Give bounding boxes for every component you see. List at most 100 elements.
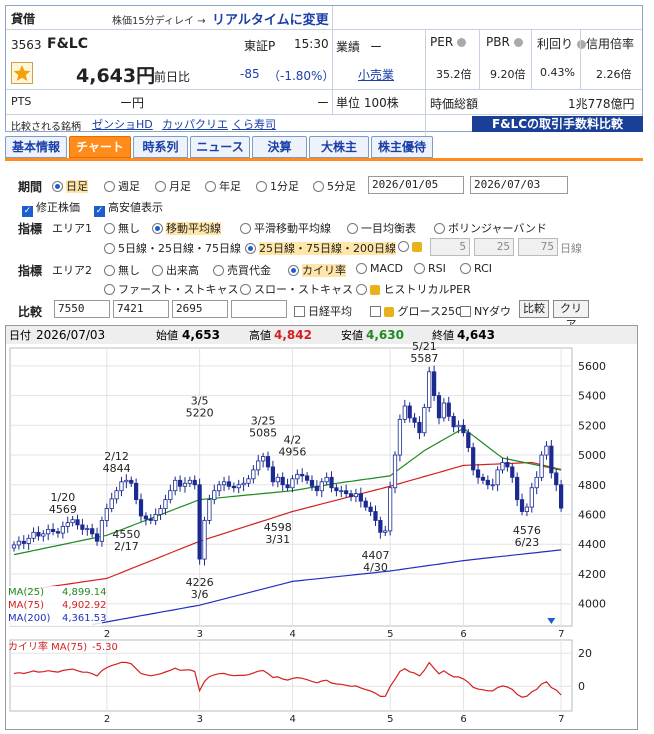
- candle-body: [119, 481, 124, 492]
- radio-icon: [104, 284, 115, 295]
- radio-icon: [104, 223, 115, 234]
- area2-deviation[interactable]: カイリ率: [288, 262, 346, 278]
- compare-nikkei-check[interactable]: 日経平均: [294, 303, 352, 319]
- candle-body: [505, 462, 510, 468]
- candle-body: [90, 528, 95, 535]
- candle-body: [319, 481, 324, 492]
- compare-code-1[interactable]: 7550: [54, 300, 110, 318]
- tab-chart[interactable]: チャート: [69, 136, 131, 158]
- tab-shareholders[interactable]: 大株主: [309, 136, 369, 158]
- ma-set-25-75-200[interactable]: 25日線・75日線・200日線: [245, 240, 396, 256]
- period-yearly[interactable]: 年足: [205, 178, 241, 194]
- compare-link-kura[interactable]: くら寿司: [232, 116, 276, 132]
- area2-turnover[interactable]: 売買代金: [213, 262, 271, 278]
- tab-news[interactable]: ニュース: [190, 136, 250, 158]
- ma-custom-2[interactable]: 25: [474, 238, 514, 256]
- prev-day-label: 前日比: [154, 70, 191, 84]
- tab-benefits[interactable]: 株主優待: [371, 136, 433, 158]
- date-to-input[interactable]: 2026/07/03: [470, 176, 568, 194]
- radio-icon: [213, 265, 224, 276]
- date-from-input[interactable]: 2026/01/05: [368, 176, 464, 194]
- compare-nydow-check[interactable]: NYダウ: [460, 303, 511, 319]
- price-chart[interactable]: 日付 2026/07/03 始値 4,653 高値 4,842 安値 4,630…: [6, 326, 637, 729]
- period-weekly[interactable]: 週足: [104, 178, 140, 194]
- area1-moving-average[interactable]: 移動平均線: [152, 220, 221, 236]
- area2-macd[interactable]: MACD: [356, 262, 403, 275]
- kairi-legend-value: -5.30: [92, 642, 118, 653]
- candle-body: [182, 482, 188, 487]
- compare-growth250-check[interactable]: グロース250: [370, 303, 462, 319]
- adjusted-price-check[interactable]: ✓ 修正株価: [22, 199, 80, 217]
- candle-body: [324, 476, 329, 483]
- compare-link-kappa[interactable]: カッパクリエ: [162, 116, 228, 132]
- candle-body: [143, 515, 149, 520]
- ma-custom-1[interactable]: 5: [430, 238, 470, 256]
- compare-code-4[interactable]: [231, 300, 287, 318]
- candle-body: [26, 537, 31, 544]
- area2-rci[interactable]: RCI: [460, 262, 492, 275]
- compare-link-zensho[interactable]: ゼンショHD: [92, 116, 153, 132]
- area1-none[interactable]: 無し: [104, 220, 140, 236]
- ma-set-5-25-75[interactable]: 5日線・25日線・75日線: [104, 240, 241, 256]
- ma-custom-3[interactable]: 75: [518, 238, 558, 256]
- compare-button[interactable]: 比較: [519, 300, 549, 318]
- candle-body: [148, 518, 153, 521]
- area2-hist-per[interactable]: ヒストリカルPER: [356, 281, 471, 297]
- sector-link[interactable]: 小売業: [358, 66, 394, 83]
- area1-bollinger[interactable]: ボリンジャーバンド: [434, 220, 547, 236]
- area2-volume[interactable]: 出来高: [152, 262, 199, 278]
- pbr-value: 9.20倍: [490, 68, 526, 81]
- candle-body: [109, 498, 114, 509]
- candle-body: [231, 485, 236, 489]
- candle-body: [392, 454, 398, 489]
- ma-unit-label: 日線: [560, 242, 582, 255]
- area1-ichimoku[interactable]: 一目均衡表: [347, 220, 416, 236]
- candle-body: [153, 514, 158, 521]
- tab-earnings[interactable]: 決算: [252, 136, 307, 158]
- area2-fast-stoch[interactable]: ファースト・ストキャス: [104, 281, 238, 297]
- high-label-value: 4956: [278, 446, 306, 459]
- favorite-star-icon[interactable]: [11, 62, 33, 84]
- ma200-line: [92, 549, 562, 626]
- candle-body: [168, 490, 173, 501]
- period-daily[interactable]: 日足: [52, 178, 88, 194]
- date-tick-label: 5: [387, 714, 393, 725]
- candle-body: [163, 499, 168, 509]
- compare-code-3[interactable]: 2695: [172, 300, 228, 318]
- period-5min[interactable]: 5分足: [313, 178, 356, 194]
- compare-code-2[interactable]: 7421: [113, 300, 169, 318]
- area2-rsi[interactable]: RSI: [414, 262, 446, 275]
- candle-body: [221, 481, 227, 486]
- area2-slow-stoch[interactable]: スロー・ストキャス: [240, 281, 353, 297]
- pts-change: ー: [317, 96, 330, 110]
- tab-time-series[interactable]: 時系列: [133, 136, 188, 158]
- price-change-pct: （-1.80%）: [268, 69, 335, 83]
- period-1min[interactable]: 1分足: [256, 178, 299, 194]
- candle-body: [417, 421, 422, 434]
- high-label-value: 5085: [249, 426, 277, 439]
- candle-body: [363, 500, 368, 508]
- per-label: PER: [430, 35, 466, 49]
- date-tick-label: 2: [104, 714, 110, 725]
- high-label-value: 5220: [186, 406, 214, 419]
- hi-lo-display-check[interactable]: ✓ 高安値表示: [94, 199, 163, 217]
- ma-set-custom[interactable]: [398, 240, 422, 253]
- candle-body: [495, 469, 500, 486]
- tab-basic-info[interactable]: 基本情報: [5, 136, 67, 158]
- ma200-legend-label: MA(200): [8, 613, 50, 624]
- period-monthly[interactable]: 月足: [155, 178, 191, 194]
- radio-icon: [152, 223, 163, 234]
- candle-body: [559, 484, 564, 509]
- fee-compare-banner[interactable]: F&LCの取引手数料比較: [472, 116, 643, 132]
- info-high-label: 高値: [249, 328, 271, 342]
- area2-none[interactable]: 無し: [104, 262, 140, 278]
- compare-row-label: 比較: [18, 305, 43, 319]
- realtime-link[interactable]: リアルタイムに変更: [212, 9, 329, 28]
- area1-smoothed-ma[interactable]: 平滑移動平均線: [240, 220, 331, 236]
- candle-body: [397, 418, 403, 456]
- clear-button[interactable]: クリア: [553, 300, 589, 331]
- radio-icon: [347, 223, 358, 234]
- candle-body: [65, 522, 70, 527]
- checkbox-checked-icon: ✓: [22, 206, 33, 217]
- low-label-date: 3/31: [265, 533, 290, 546]
